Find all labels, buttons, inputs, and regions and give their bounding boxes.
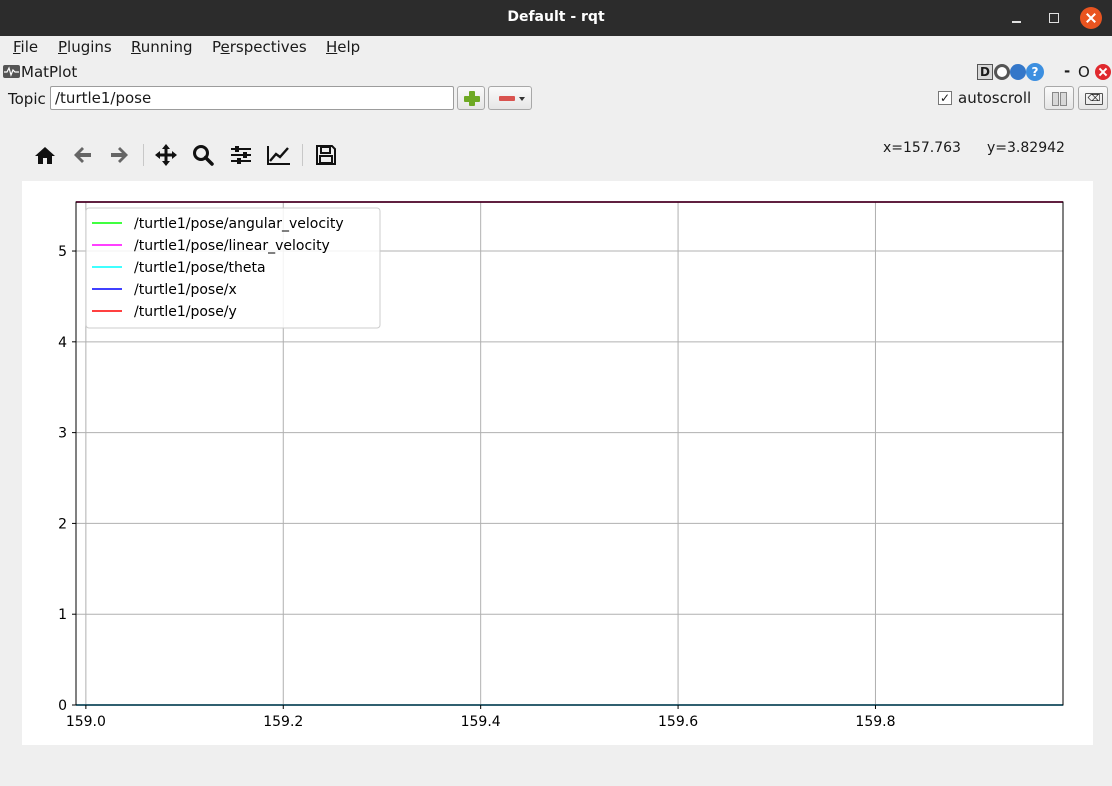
plot-figure[interactable]: 159.0 159.2 159.4 159.6 159.8 0 1 2 3 4 5 /turtle1… (22, 181, 1093, 745)
home-icon (35, 147, 55, 164)
menu-help-label: elp (337, 38, 361, 56)
legend-label: /turtle1/pose/linear_velocity (134, 238, 330, 254)
x-tick-label: 159.8 (855, 714, 895, 730)
clear-icon: ⌫ (1085, 93, 1103, 105)
home-button[interactable] (30, 140, 60, 170)
menu-perspectives-mnemonic: e (220, 38, 230, 56)
back-button[interactable] (68, 140, 98, 170)
x-tick-label: 159.6 (658, 714, 698, 730)
forward-button[interactable] (104, 140, 134, 170)
legend-label: /turtle1/pose/x (134, 282, 237, 298)
close-window-button[interactable] (1080, 7, 1102, 29)
save-figure-button[interactable] (311, 140, 341, 170)
toolbar-separator (302, 144, 303, 166)
y-tick-label: 1 (58, 607, 67, 623)
edit-axis-button[interactable] (263, 140, 293, 170)
autoscroll-checkbox[interactable]: ✓ (938, 91, 952, 105)
menu-plugins[interactable]: Plugins (58, 38, 112, 56)
legend-label: /turtle1/pose/angular_velocity (134, 216, 344, 232)
menu-running-label: unning (140, 38, 193, 56)
menu-file-label: ile (20, 38, 39, 56)
menu-perspectives-prefix: P (212, 38, 221, 56)
topic-label: Topic (8, 90, 46, 108)
y-tick-label: 4 (58, 335, 67, 351)
maximize-window-button[interactable] (1043, 7, 1065, 29)
y-tick-label: 0 (58, 698, 67, 714)
plot-toolbar (30, 140, 350, 172)
reload-icon[interactable] (1010, 64, 1026, 80)
y-tick-label: 5 (58, 244, 67, 260)
menu-plugins-mnemonic: P (58, 38, 68, 56)
menu-help-mnemonic: H (326, 38, 338, 56)
matplot-plugin-icon (3, 65, 20, 78)
add-topic-button[interactable] (457, 86, 485, 110)
minimize-plugin-button[interactable]: - (1064, 62, 1070, 80)
legend-label: /turtle1/pose/theta (134, 260, 266, 276)
plot-canvas[interactable]: 159.0 159.2 159.4 159.6 159.8 0 1 2 3 4 5 /turtle1… (22, 181, 1093, 745)
cursor-x-readout: x=157.763 (883, 140, 961, 156)
legend-label: /turtle1/pose/y (134, 304, 237, 320)
configure-subplots-icon (231, 146, 251, 164)
x-tick-label: 159.4 (461, 714, 501, 730)
x-tick-label: 159.2 (263, 714, 303, 730)
menu-perspectives[interactable]: Perspectives (212, 38, 307, 56)
help-icon[interactable]: ? (1026, 63, 1044, 81)
zoom-icon (193, 145, 214, 166)
menu-perspectives-label: rspectives (229, 38, 307, 56)
plugin-header: MatPlot D ? - O (0, 62, 1112, 84)
zoom-button[interactable] (188, 140, 218, 170)
cursor-y-readout: y=3.82942 (987, 140, 1065, 156)
configure-subplots-button[interactable] (226, 140, 256, 170)
menu-help[interactable]: Help (326, 38, 360, 56)
close-plugin-button[interactable] (1095, 64, 1111, 80)
topic-input[interactable] (50, 86, 454, 110)
edit-axis-icon (267, 146, 290, 165)
pan-button[interactable] (151, 140, 181, 170)
menu-running-mnemonic: R (131, 38, 141, 56)
y-tick-label: 2 (58, 516, 67, 532)
menu-file-mnemonic: F (13, 38, 21, 56)
forward-icon (111, 147, 128, 163)
autoscroll-label[interactable]: autoscroll (958, 89, 1031, 107)
add-icon-bar (464, 96, 480, 102)
menubar: File Plugins Running Perspectives Help (0, 36, 1112, 58)
save-icon (316, 145, 336, 165)
minimize-window-button[interactable] (1006, 7, 1028, 29)
toolbar-separator (143, 144, 144, 166)
back-icon (74, 147, 91, 163)
menu-file[interactable]: File (13, 38, 38, 56)
pan-icon (155, 144, 177, 166)
pause-icon (1052, 92, 1059, 106)
legend: /turtle1/pose/angular_velocity/turtle1/p… (85, 207, 381, 329)
dock-icon[interactable]: D (977, 64, 993, 80)
window-titlebar: Default - rqt (0, 0, 1112, 36)
menu-running[interactable]: Running (131, 38, 192, 56)
plugin-title: MatPlot (21, 63, 78, 81)
clear-button[interactable]: ⌫ (1078, 86, 1108, 110)
pause-button[interactable] (1044, 86, 1074, 110)
float-plugin-button[interactable]: O (1078, 63, 1090, 81)
y-tick-label: 3 (58, 426, 67, 442)
window-title: Default - rqt (507, 9, 605, 25)
menu-plugins-label: lugins (67, 38, 112, 56)
pause-icon-bar (1060, 92, 1067, 106)
settings-ring-icon[interactable] (994, 64, 1010, 80)
remove-icon (499, 96, 515, 101)
chevron-down-icon (519, 97, 525, 101)
x-tick-label: 159.0 (66, 714, 106, 730)
remove-topic-button[interactable] (488, 86, 532, 110)
